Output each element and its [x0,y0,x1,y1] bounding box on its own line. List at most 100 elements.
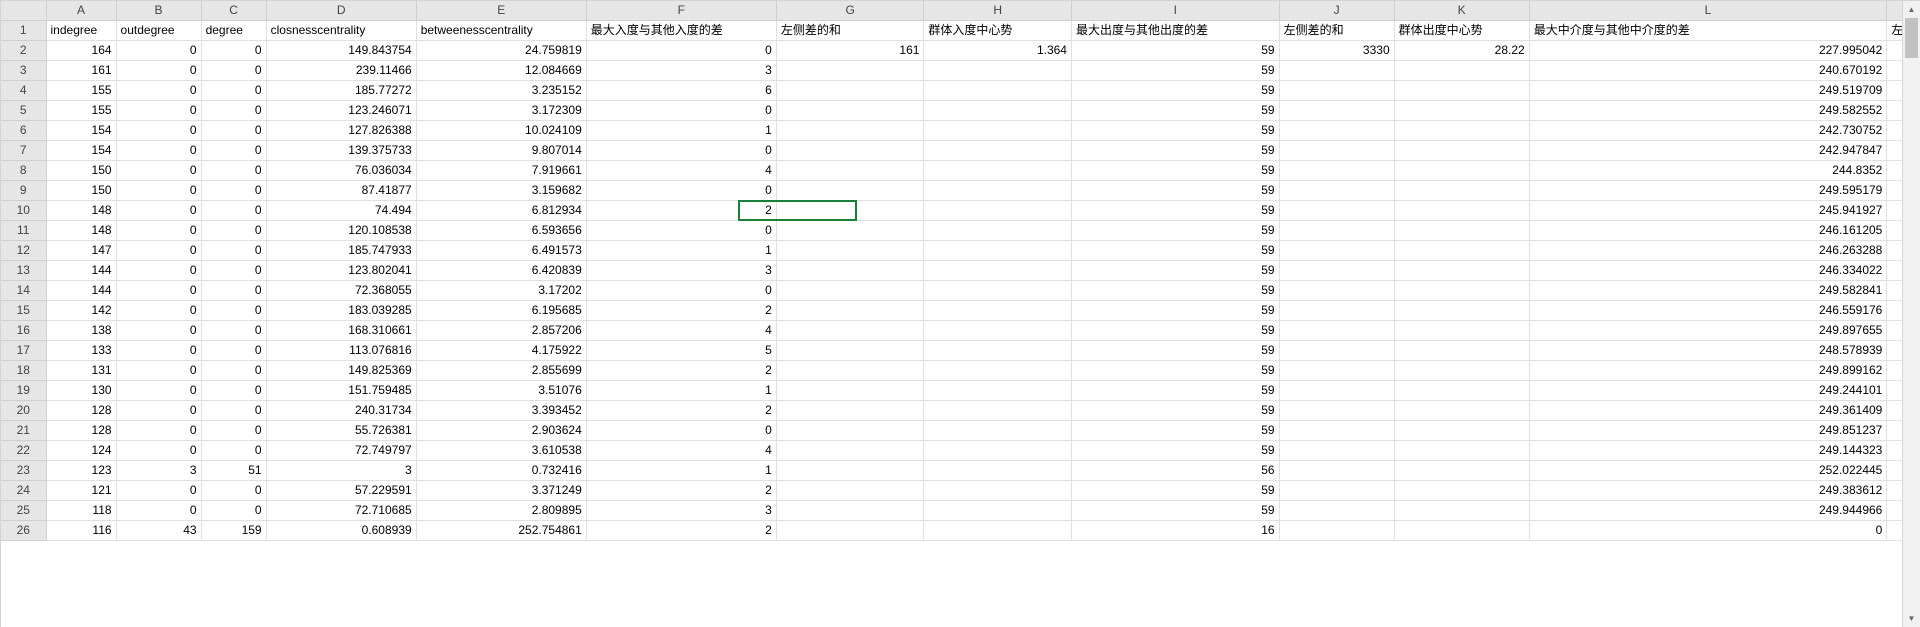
table-row[interactable]: 1813100149.8253692.855699259249.899162 [1,361,1920,381]
cell[interactable]: 0 [116,121,201,141]
table-row[interactable]: 1913000151.7594853.51076159249.244101 [1,381,1920,401]
cell[interactable]: 246.334022 [1529,261,1887,281]
cell[interactable] [1394,281,1529,301]
cell[interactable]: 0 [201,281,266,301]
cell[interactable]: 244.8352 [1529,161,1887,181]
cell[interactable]: 43 [116,521,201,541]
cell[interactable]: 148 [46,221,116,241]
cell[interactable]: 144 [46,261,116,281]
col-header-A[interactable]: A [46,1,116,21]
cell[interactable]: 0 [201,341,266,361]
cell[interactable]: 147 [46,241,116,261]
cell[interactable]: 0 [116,221,201,241]
cell[interactable]: 248.578939 [1529,341,1887,361]
cell[interactable]: 0 [201,441,266,461]
cell[interactable] [1279,61,1394,81]
cell[interactable]: 0 [201,321,266,341]
cell[interactable]: 0 [116,181,201,201]
row-header[interactable]: 11 [1,221,46,241]
cell[interactable] [924,201,1072,221]
cell[interactable]: 0 [201,121,266,141]
cell[interactable]: 0 [116,361,201,381]
cell[interactable]: 0 [201,401,266,421]
cell[interactable] [924,341,1072,361]
cell[interactable]: 249.244101 [1529,381,1887,401]
cell[interactable] [924,421,1072,441]
table-row[interactable]: 1613800168.3106612.857206459249.897655 [1,321,1920,341]
row-header[interactable]: 21 [1,421,46,441]
cell[interactable] [1279,201,1394,221]
cell[interactable]: 133 [46,341,116,361]
cell[interactable]: 142 [46,301,116,321]
row-header[interactable]: 3 [1,61,46,81]
cell[interactable]: 0 [116,41,201,61]
cell[interactable] [1279,421,1394,441]
table-row[interactable]: 26116431590.608939252.7548612160 [1,521,1920,541]
cell[interactable] [924,221,1072,241]
cell[interactable]: 左侧差的和 [776,21,924,41]
cell[interactable] [1279,361,1394,381]
cell[interactable]: 0 [116,81,201,101]
cell[interactable]: 185.77272 [266,81,416,101]
cell[interactable] [776,161,924,181]
cell[interactable] [1394,261,1529,281]
cell[interactable] [924,241,1072,261]
cell[interactable] [1279,321,1394,341]
cell[interactable]: 24.759819 [416,41,586,61]
row-header[interactable]: 14 [1,281,46,301]
cell[interactable] [924,301,1072,321]
cell[interactable] [924,261,1072,281]
cell[interactable] [1279,101,1394,121]
cell[interactable]: 0 [201,301,266,321]
table-row[interactable]: 1514200183.0392856.195685259246.559176 [1,301,1920,321]
cell[interactable]: 0 [116,341,201,361]
cell[interactable]: 161 [776,41,924,61]
row-header[interactable]: 20 [1,401,46,421]
cell[interactable]: 59 [1071,141,1279,161]
cell[interactable] [776,61,924,81]
cell[interactable]: 0 [116,141,201,161]
col-header-D[interactable]: D [266,1,416,21]
cell[interactable]: 59 [1071,161,1279,181]
cell[interactable]: 59 [1071,61,1279,81]
cell[interactable]: 72.368055 [266,281,416,301]
cell[interactable]: 2 [586,521,776,541]
cell[interactable]: 59 [1071,421,1279,441]
cell[interactable] [1279,241,1394,261]
cell[interactable]: 0 [201,381,266,401]
cell[interactable] [924,441,1072,461]
cell[interactable]: 124 [46,441,116,461]
cell[interactable]: 3.371249 [416,481,586,501]
cell[interactable] [924,401,1072,421]
cell[interactable]: 2.809895 [416,501,586,521]
cell[interactable]: 138 [46,321,116,341]
table-row[interactable]: 615400127.82638810.024109159242.730752 [1,121,1920,141]
cell[interactable]: 0 [116,381,201,401]
cell[interactable]: degree [201,21,266,41]
cell[interactable]: 59 [1071,361,1279,381]
cell[interactable]: 59 [1071,101,1279,121]
cell[interactable] [1279,521,1394,541]
cell[interactable]: 1 [586,121,776,141]
cell[interactable]: 252.754861 [416,521,586,541]
cell[interactable]: 4 [586,161,776,181]
cell[interactable]: 0 [116,421,201,441]
cell[interactable] [1394,401,1529,421]
cell[interactable]: 249.851237 [1529,421,1887,441]
cell[interactable]: 2.903624 [416,421,586,441]
col-header-B[interactable]: B [116,1,201,21]
cell[interactable]: 0 [201,421,266,441]
cell[interactable]: 2.857206 [416,321,586,341]
cell[interactable] [776,521,924,541]
cell[interactable] [776,181,924,201]
cell[interactable]: 59 [1071,281,1279,301]
table-row[interactable]: 515500123.2460713.172309059249.582552 [1,101,1920,121]
cell[interactable] [924,461,1072,481]
table-row[interactable]: 1214700185.7479336.491573159246.263288 [1,241,1920,261]
spreadsheet-grid[interactable]: A B C D E F G H I J K L 1indegreeoutdegr… [0,0,1920,627]
cell[interactable] [776,321,924,341]
cell[interactable]: 最大入度与其他入度的差 [586,21,776,41]
cell[interactable]: 0 [201,141,266,161]
cell[interactable]: 239.11466 [266,61,416,81]
cell[interactable]: 2.855699 [416,361,586,381]
